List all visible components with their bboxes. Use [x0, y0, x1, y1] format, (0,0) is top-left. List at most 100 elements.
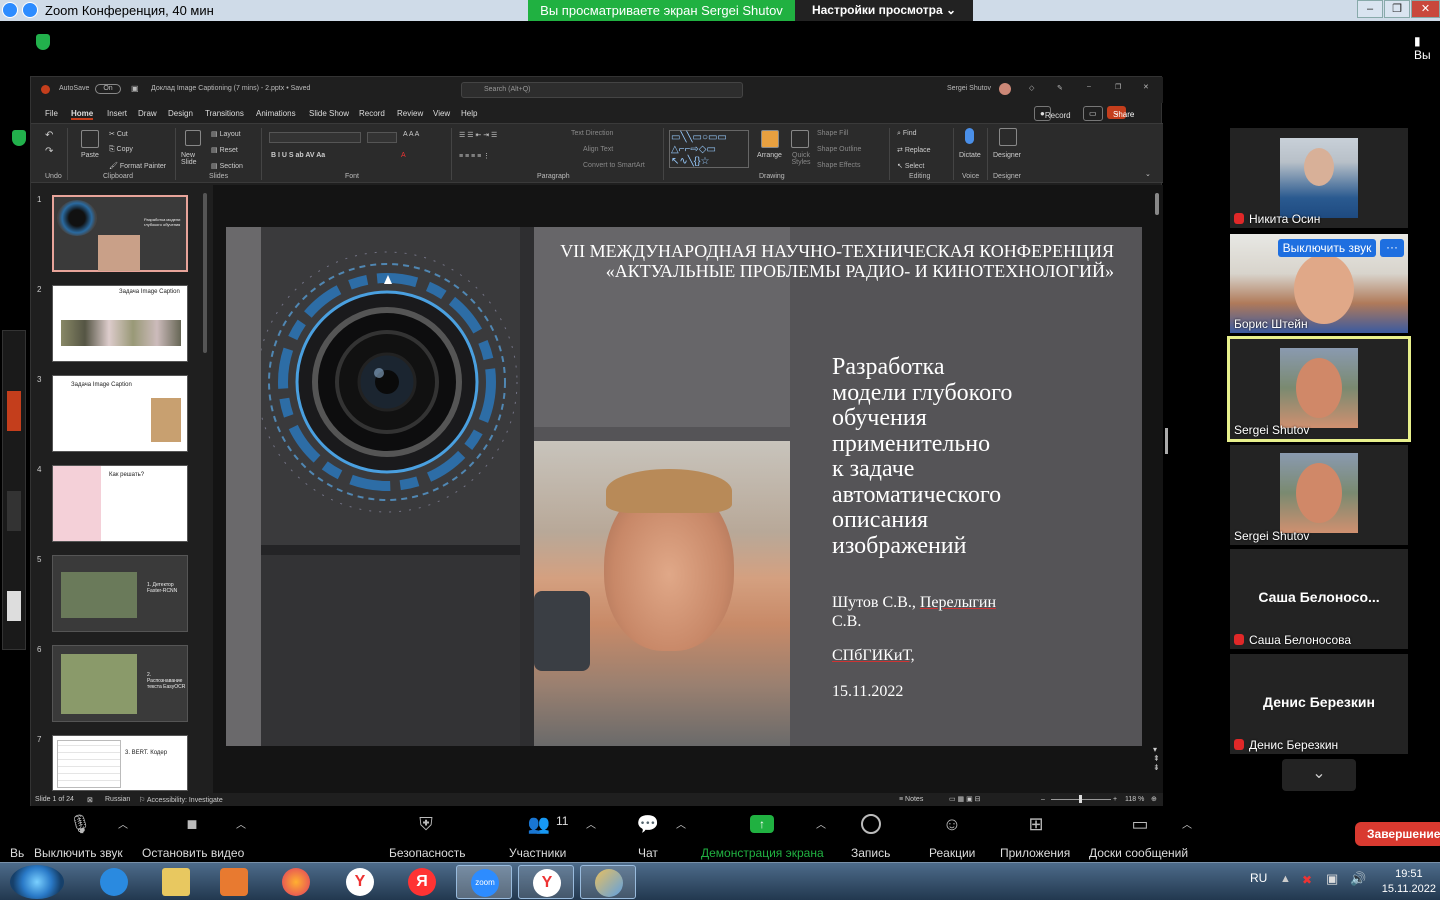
zoom-out-icon[interactable]: – — [1041, 796, 1045, 803]
tab-view[interactable]: View — [433, 109, 450, 118]
zoom-in-icon[interactable]: + — [1113, 796, 1117, 803]
tab-file[interactable]: File — [45, 109, 58, 118]
chevron-up-icon[interactable]: ︿ — [586, 816, 596, 831]
share-button[interactable]: Share ⌄ — [1107, 106, 1134, 119]
select-button[interactable]: ↖ Select — [897, 162, 924, 170]
participant-tile[interactable]: Sergei Shutov — [1230, 445, 1408, 545]
pen-icon[interactable]: ✎ — [1057, 84, 1063, 92]
view-buttons[interactable]: ▭ ▦ ▣ ⊟ — [949, 795, 981, 803]
tab-home[interactable]: Home — [71, 109, 94, 120]
language-indicator[interactable]: Russian — [105, 796, 130, 803]
find-button[interactable]: ⌕ Find — [897, 130, 917, 138]
chevron-up-icon[interactable]: ︿ — [236, 816, 246, 831]
record-button[interactable]: ● Record — [1034, 106, 1071, 121]
shape-fill-button[interactable]: Shape Fill — [817, 130, 848, 137]
dictate-button[interactable]: Dictate — [959, 152, 981, 159]
slide-thumbnail[interactable]: Как решать? — [52, 465, 188, 542]
notes-button[interactable]: ≡ Notes — [899, 796, 923, 803]
new-slide-icon[interactable] — [185, 130, 201, 146]
current-slide[interactable]: VII МЕЖДУНАРОДНАЯ НАУЧНО-ТЕХНИЧЕСКАЯ КОН… — [226, 227, 1142, 746]
shape-effects-button[interactable]: Shape Effects — [817, 162, 860, 169]
quick-styles-button[interactable]: Quick Styles — [787, 152, 815, 166]
participant-tile[interactable]: Денис Березкин Денис Березкин — [1230, 654, 1408, 754]
window-restore-icon[interactable]: ❐ — [1115, 83, 1121, 91]
system-clock[interactable]: 19:51 15.11.2022 — [1382, 867, 1436, 897]
chevron-up-icon[interactable]: ︿ — [1182, 816, 1192, 831]
undo-icon[interactable]: ↶ — [45, 130, 53, 141]
slide-thumbnail[interactable]: 2. Распознавание текста EasyOCR — [52, 645, 188, 722]
more-options-button[interactable]: ··· — [1380, 239, 1404, 257]
chevron-up-icon[interactable]: ︿ — [676, 816, 686, 831]
view-settings-dropdown[interactable]: Настройки просмотра ⌄ — [795, 0, 973, 21]
save-icon[interactable]: ▣ — [131, 84, 139, 93]
paste-icon[interactable] — [81, 130, 99, 148]
tab-animations[interactable]: Animations — [256, 109, 296, 118]
arrange-button[interactable]: Arrange — [757, 152, 782, 159]
tab-review[interactable]: Review — [397, 109, 423, 118]
yandex-browser-taskbar-button-2[interactable]: Y — [518, 865, 574, 899]
zoom-taskbar-button[interactable]: zoom — [456, 865, 512, 899]
tab-insert[interactable]: Insert — [107, 109, 127, 118]
autosave-toggle[interactable]: On — [95, 84, 121, 94]
network-error-icon[interactable]: ✖ — [1302, 873, 1312, 887]
slide-thumbnail[interactable]: 1. Детектор Faster-RCNN — [52, 555, 188, 632]
zoom-level[interactable]: 118 % — [1125, 796, 1144, 803]
font-format-buttons[interactable]: B I U S ab AV Aa — [271, 152, 325, 159]
internet-explorer-taskbar-button[interactable] — [86, 865, 142, 899]
slide-thumbnail[interactable]: 3. BERT. Кодер — [52, 735, 188, 791]
zoom-slider-thumb[interactable] — [1079, 795, 1082, 803]
slide-thumbnail[interactable]: Задача Image Caption — [52, 375, 188, 452]
shapes-gallery[interactable]: ▭╲╲▭○▭▭ △⌐⌐⇨◇▭ ↖∿╲{}☆ — [669, 130, 749, 168]
new-slide-button[interactable]: New Slide — [181, 152, 205, 166]
list-buttons[interactable]: ☰ ☰ ⇤ ⇥ ☰ — [459, 131, 497, 139]
view-toggle[interactable]: ▮ Вы — [1414, 34, 1440, 62]
font-size-controls[interactable]: A A A — [403, 131, 419, 138]
designer-icon[interactable] — [999, 128, 1017, 146]
slide-thumbnail[interactable]: Разработка модели глубокого обучения — [52, 195, 188, 272]
chevron-up-icon[interactable]: ︿ — [816, 816, 826, 831]
slide-thumbnail[interactable]: Задача Image Caption — [52, 285, 188, 362]
window-minimize-icon[interactable]: – — [1087, 83, 1091, 90]
cut-button[interactable]: ✂ Cut — [109, 130, 128, 138]
copy-button[interactable]: ⎘ Copy — [109, 146, 133, 154]
maximize-button[interactable]: ❐ — [1384, 0, 1410, 18]
tab-record[interactable]: Record — [359, 109, 385, 118]
avatar[interactable] — [999, 83, 1011, 95]
participant-tile[interactable]: Выключить звук ··· Борис Штейн — [1230, 234, 1408, 333]
participant-tile[interactable]: Никита Осин — [1230, 128, 1408, 228]
minimize-button[interactable]: – — [1357, 0, 1383, 18]
tab-design[interactable]: Design — [168, 109, 193, 118]
end-meeting-button[interactable]: Завершение — [1355, 822, 1440, 846]
layout-button[interactable]: ▤ Layout — [211, 130, 241, 138]
section-button[interactable]: ▤ Section — [211, 162, 243, 170]
scroll-arrows-icon[interactable]: ▾ ⇞ ⇟ — [1153, 745, 1160, 772]
scroll-down-button[interactable]: ⌄ — [1282, 759, 1356, 791]
yandex-taskbar-button[interactable]: Я — [394, 865, 450, 899]
network-icon[interactable]: ▣ — [1326, 871, 1338, 887]
paste-button[interactable]: Paste — [81, 152, 99, 159]
file-explorer-taskbar-button[interactable] — [148, 865, 204, 899]
comments-icon[interactable]: ▭ — [1083, 106, 1103, 121]
volume-icon[interactable]: 🔊 — [1350, 871, 1366, 887]
microphone-icon[interactable] — [965, 128, 974, 144]
diamond-icon[interactable]: ◇ — [1029, 84, 1034, 92]
format-painter-button[interactable]: 🖌 Format Painter — [109, 162, 166, 170]
ribbon-collapse-icon[interactable]: ⌄ — [1145, 170, 1151, 178]
align-text-button[interactable]: Align Text — [583, 146, 613, 153]
participant-tile-active[interactable]: Sergei Shutov — [1227, 336, 1411, 442]
reset-button[interactable]: ▤ Reset — [211, 146, 238, 154]
text-direction-button[interactable]: Text Direction — [571, 130, 613, 137]
yandex-browser-taskbar-button[interactable]: Y — [332, 865, 388, 899]
redo-icon[interactable]: ↷ — [45, 146, 53, 157]
spellcheck-icon[interactable]: ⊠ — [87, 796, 93, 804]
chevron-up-icon[interactable]: ︿ — [118, 816, 128, 831]
font-color-icon[interactable]: A — [401, 152, 406, 159]
arrange-icon[interactable] — [761, 130, 779, 148]
participant-tile[interactable]: Саша Белоносо... Саша Белоносова — [1230, 549, 1408, 649]
start-button[interactable] — [10, 865, 64, 899]
replace-button[interactable]: ⇄ Replace — [897, 146, 931, 154]
designer-button[interactable]: Designer — [993, 152, 1021, 159]
tray-arrow-icon[interactable]: ▲ — [1280, 873, 1291, 885]
paint-taskbar-button[interactable] — [580, 865, 636, 899]
font-family-select[interactable] — [269, 132, 361, 143]
